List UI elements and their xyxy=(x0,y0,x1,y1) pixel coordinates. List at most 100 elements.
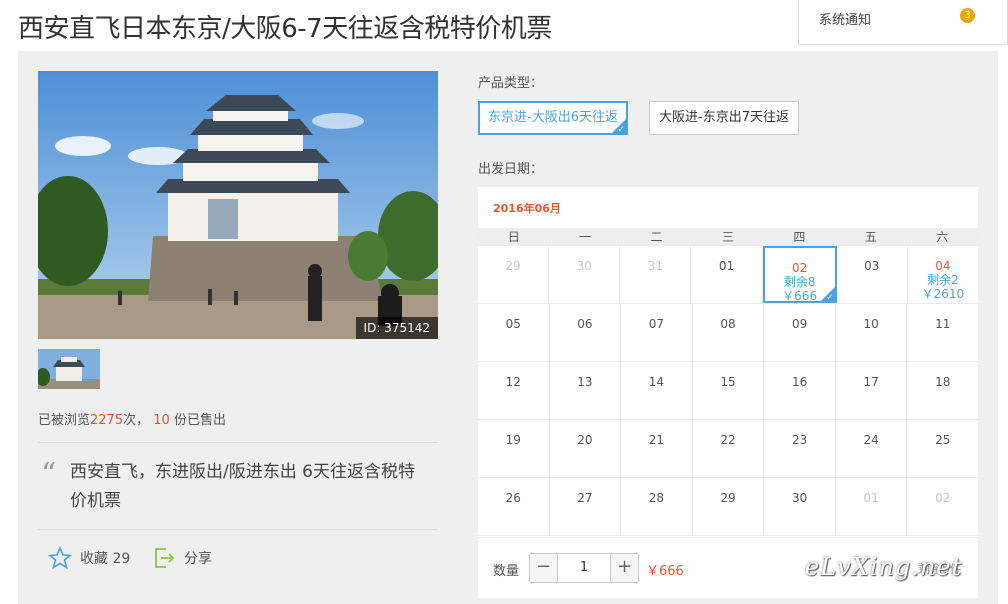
calendar-day-cell[interactable]: 01 xyxy=(691,246,763,303)
calendar-day-cell[interactable]: 07 xyxy=(621,304,693,361)
notification-count-badge: 3 xyxy=(960,8,975,23)
calendar-day-cell[interactable]: 03 xyxy=(837,246,908,303)
calendar-day-remaining: 剩余2 xyxy=(927,273,959,287)
calendar-day-cell[interactable]: 13 xyxy=(550,362,622,419)
quote-icon: “ xyxy=(41,457,57,492)
calendar-day-number: 15 xyxy=(720,375,736,389)
calendar-day-cell[interactable]: 18 xyxy=(907,362,978,419)
calendar-day-cell[interactable]: 02 xyxy=(907,478,978,535)
calendar-day-cell[interactable]: 27 xyxy=(550,478,622,535)
calendar-day-number: 25 xyxy=(935,433,951,447)
calendar-day-cell[interactable]: 04 剩余2 ￥2610 xyxy=(908,246,978,303)
calendar-day-cell[interactable]: 01 xyxy=(836,478,908,535)
share-button[interactable]: 分享 xyxy=(152,546,212,570)
calendar-day-price: ￥2610 xyxy=(921,287,965,301)
calendar-day-cell[interactable]: 21 xyxy=(621,420,693,477)
calendar-day-cell[interactable]: 30 xyxy=(549,246,621,303)
calendar-day-cell[interactable]: 31 xyxy=(620,246,692,303)
calendar-day-cell[interactable]: 17 xyxy=(836,362,908,419)
star-icon xyxy=(48,546,72,570)
calendar-day-cell[interactable]: 08 xyxy=(693,304,765,361)
calendar-week-row: 29 30 31 01 02 剩余8 ￥666 ✓ 03 04 剩余2 ￥2610 xyxy=(478,246,978,304)
calendar-day-number: 30 xyxy=(791,491,808,505)
quantity-input[interactable]: 1 xyxy=(558,554,610,582)
photo-id-label: ID: 375142 xyxy=(355,317,438,339)
departure-date-label: 出发日期： xyxy=(478,162,544,177)
main-photo[interactable]: ID: 375142 xyxy=(38,71,438,339)
share-label: 分享 xyxy=(184,551,212,567)
calendar-day-cell[interactable]: 29 xyxy=(478,246,550,303)
product-summary: 西安直飞，东进阪出/阪进东出 6天往返含税特价机票 xyxy=(70,462,415,511)
calendar-day-cell[interactable]: 02 剩余8 ￥666 ✓ xyxy=(762,246,837,303)
calendar-day-number: 02 xyxy=(791,261,808,275)
weekday-thu: 四 xyxy=(793,230,806,244)
notification-label: 系统通知 xyxy=(819,13,872,28)
osaka-castle-photo xyxy=(38,71,438,339)
calendar-day-number: 26 xyxy=(505,491,521,505)
product-type-label: 产品类型： xyxy=(478,76,544,91)
calendar-weekday-header: 日 一 二 三 四 五 六 xyxy=(478,228,978,246)
view-sold-stats: 已被浏览2275次， 10 份已售出 xyxy=(38,409,226,428)
calendar-day-cell[interactable]: 12 xyxy=(478,362,550,419)
product-type-option-tokyo-osaka[interactable]: 东京进-大阪出6天往返 ✓ xyxy=(478,101,628,135)
weekday-tue: 二 xyxy=(650,230,663,244)
calendar-day-number: 18 xyxy=(935,375,951,389)
calendar-week-row: 05 06 07 08 09 10 11 xyxy=(478,304,978,362)
departure-calendar: 2016年06月 日 一 二 三 四 五 六 29 30 31 01 02 剩余8 ￥666… xyxy=(478,187,978,598)
sold-count: 10 xyxy=(153,413,170,428)
calendar-day-number: 20 xyxy=(577,433,593,447)
site-watermark: eLvXing.net xyxy=(805,553,963,581)
calendar-day-number: 12 xyxy=(505,375,521,389)
calendar-day-cell[interactable]: 25 xyxy=(907,420,978,477)
calendar-day-cell[interactable]: 11 xyxy=(907,304,978,361)
calendar-day-cell[interactable]: 23 xyxy=(764,420,836,477)
calendar-day-number: 06 xyxy=(577,317,593,331)
calendar-day-number: 23 xyxy=(791,433,808,447)
favorite-label: 收藏 29 xyxy=(80,551,131,567)
calendar-day-cell[interactable]: 15 xyxy=(693,362,765,419)
weekday-sat: 六 xyxy=(936,230,949,244)
calendar-day-cell[interactable]: 26 xyxy=(478,478,550,535)
calendar-day-cell[interactable]: 10 xyxy=(836,304,908,361)
weekday-wed: 三 xyxy=(721,230,734,244)
calendar-day-number: 03 xyxy=(864,259,880,273)
calendar-day-cell[interactable]: 09 xyxy=(764,304,836,361)
calendar-week-row: 19 20 21 22 23 24 25 xyxy=(478,420,978,478)
sold-suffix: 份已售出 xyxy=(173,413,226,428)
calendar-day-cell[interactable]: 19 xyxy=(478,420,550,477)
divider xyxy=(38,442,438,443)
calendar-day-cell[interactable]: 28 xyxy=(621,478,693,535)
calendar-day-cell[interactable]: 16 xyxy=(764,362,836,419)
calendar-day-number: 07 xyxy=(648,317,665,331)
product-type-option-osaka-tokyo[interactable]: 大阪进-东京出7天往返 xyxy=(649,101,799,135)
calendar-day-number: 19 xyxy=(505,433,521,447)
calendar-day-cell[interactable]: 14 xyxy=(621,362,693,419)
calendar-day-number: 09 xyxy=(791,317,808,331)
calendar-day-number: 29 xyxy=(505,259,521,273)
calendar-day-number: 22 xyxy=(720,433,736,447)
favorite-button[interactable]: 收藏 29 xyxy=(48,546,130,570)
weekday-mon: 一 xyxy=(579,230,592,244)
system-notification[interactable]: 系统通知 3 xyxy=(798,0,1008,45)
check-icon: ✓ xyxy=(826,293,834,303)
photo-thumbnail[interactable] xyxy=(38,349,100,389)
page-title: 西安直飞日本东京/大阪6-7天往返含税特价机票 xyxy=(18,14,552,44)
calendar-day-number: 11 xyxy=(935,317,951,331)
calendar-grid: 29 30 31 01 02 剩余8 ￥666 ✓ 03 04 剩余2 ￥2610 05 06 07 08 09… xyxy=(478,246,978,536)
product-type-option-label: 大阪进-东京出7天往返 xyxy=(659,110,789,125)
calendar-day-cell[interactable]: 30 xyxy=(764,478,836,535)
views-prefix: 已被浏览 xyxy=(38,413,91,428)
calendar-day-cell[interactable]: 29 xyxy=(693,478,765,535)
quantity-decrease-button[interactable]: − xyxy=(530,554,558,582)
share-icon xyxy=(155,548,175,568)
calendar-day-cell[interactable]: 20 xyxy=(550,420,622,477)
calendar-day-cell[interactable]: 06 xyxy=(550,304,622,361)
calendar-day-cell[interactable]: 24 xyxy=(836,420,908,477)
calendar-day-number: 10 xyxy=(863,317,879,331)
calendar-day-number: 08 xyxy=(720,317,736,331)
calendar-day-cell[interactable]: 05 xyxy=(478,304,550,361)
quantity-increase-button[interactable]: + xyxy=(610,554,638,582)
calendar-day-number: 21 xyxy=(648,433,665,447)
calendar-day-cell[interactable]: 22 xyxy=(693,420,765,477)
calendar-day-number: 27 xyxy=(577,491,593,505)
